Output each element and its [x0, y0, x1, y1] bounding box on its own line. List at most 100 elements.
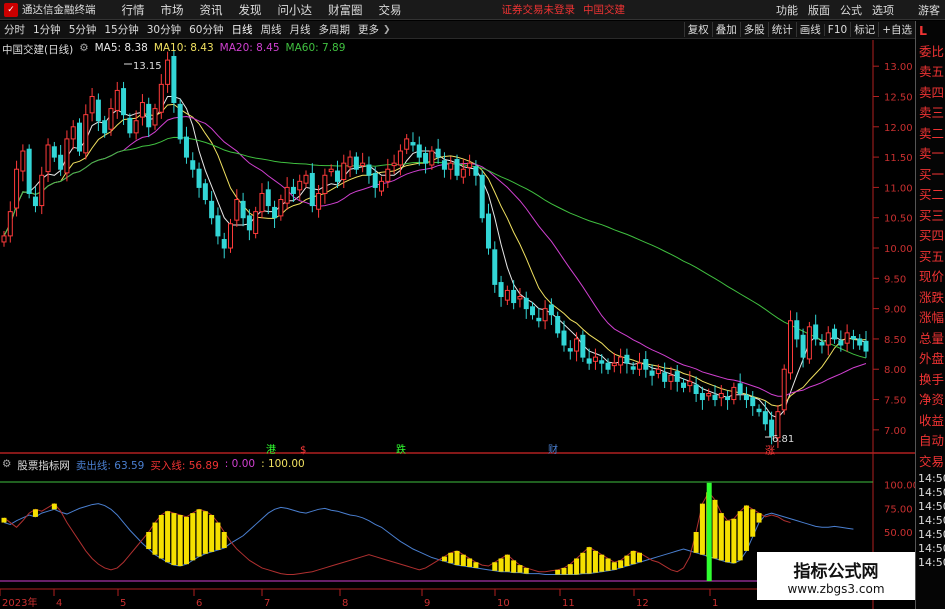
buy-zone-bar: [586, 547, 592, 574]
candle-body: [555, 316, 561, 334]
panel-ask2: 卖二: [919, 125, 945, 141]
candle-body: [253, 211, 259, 234]
panel-trade[interactable]: 交易: [916, 452, 945, 473]
panel-bid5: 买五: [919, 248, 945, 264]
mark-button[interactable]: 标记: [850, 22, 878, 37]
candle-body: [605, 362, 611, 370]
more-chevron-icon[interactable]: ❯: [383, 25, 391, 35]
buy-zone-bar: [209, 514, 215, 552]
period-more[interactable]: 更多: [354, 22, 383, 37]
candle-body: [668, 374, 674, 382]
indicator-title[interactable]: 股票指标网: [17, 458, 70, 473]
panel-time: 14:50: [918, 528, 945, 541]
f10-button[interactable]: F10: [823, 23, 850, 36]
panel-bid2: 买二: [919, 187, 945, 202]
stock-name-title: 中国交建: [583, 4, 625, 16]
candle-body: [718, 392, 724, 399]
candle-body: [7, 211, 13, 237]
candle-body: [45, 144, 51, 173]
buy-zone-bar: [574, 558, 580, 575]
menu-options[interactable]: 选项: [867, 2, 899, 18]
candle-body: [410, 142, 416, 146]
menu-wealth[interactable]: 财富圈: [320, 2, 371, 18]
candle-body: [611, 362, 617, 367]
buy-zone-bar: [605, 558, 611, 571]
chart-area[interactable]: 13.00 12.50 12.00 11.50 11.00 10.50 10.00 9.50 9…: [0, 40, 915, 609]
menu-quotes[interactable]: 行情: [114, 2, 153, 18]
event-marker-rise[interactable]: 涨: [765, 445, 775, 457]
panel-corner-label[interactable]: L: [916, 21, 945, 42]
panel-auto-trade[interactable]: 自动: [916, 431, 945, 452]
draw-line-button[interactable]: 画线: [795, 22, 824, 37]
candle-body: [121, 88, 127, 116]
settings-gear-icon[interactable]: ⚙: [79, 42, 88, 57]
add-watchlist-button[interactable]: +自选: [878, 22, 915, 37]
ma5-label: MA5: 8.38: [94, 42, 148, 54]
period-timeshare[interactable]: 分时: [0, 22, 29, 37]
login-notice[interactable]: 证券交易未登录: [498, 2, 580, 17]
restore-rights-button[interactable]: 复权: [683, 22, 712, 37]
buy-zone-bar: [498, 558, 504, 572]
buy-zone-bar: [152, 522, 158, 555]
candle-body: [630, 366, 636, 370]
period-5min[interactable]: 5分钟: [65, 22, 101, 37]
buy-zone-bar: [215, 522, 221, 550]
period-15min[interactable]: 15分钟: [100, 22, 142, 37]
candle-body: [240, 200, 246, 219]
period-multi[interactable]: 多周期: [315, 22, 355, 37]
buy-zone-bar: [750, 509, 756, 537]
candle-body: [743, 394, 749, 401]
candle-body: [379, 180, 385, 192]
candle-body: [832, 328, 838, 340]
price-axis-label: 13.00: [884, 62, 913, 73]
buy-zone-bar: [630, 550, 636, 565]
menu-news[interactable]: 资讯: [192, 2, 231, 18]
overlay-button[interactable]: 叠加: [711, 22, 740, 37]
event-marker-dollar[interactable]: $: [300, 445, 306, 456]
period-toolbar: 分时 1分钟 5分钟 15分钟 30分钟 60分钟 日线 周线 月线 多周期 更…: [0, 21, 915, 39]
indicator-gear-icon[interactable]: ⚙: [2, 458, 11, 473]
menu-formula[interactable]: 公式: [835, 2, 867, 18]
candle-body: [341, 162, 347, 181]
time-axis-label: 9: [424, 598, 430, 609]
buy-line-series: [3, 491, 791, 576]
period-daily[interactable]: 日线: [228, 22, 257, 37]
ma60-label: MA60: 7.89: [285, 42, 346, 54]
buy-zone-bar: [517, 565, 523, 573]
candle-body: [429, 150, 435, 166]
candle-body: [687, 380, 693, 387]
menu-market[interactable]: 市场: [153, 2, 192, 18]
indicator-axis-label: 50.00: [884, 528, 913, 539]
buy-zone-bar: [731, 518, 737, 564]
period-1min[interactable]: 1分钟: [29, 22, 65, 37]
period-monthly[interactable]: 月线: [286, 22, 315, 37]
event-marker-hk[interactable]: 港: [266, 444, 276, 456]
menu-trade[interactable]: 交易: [371, 2, 410, 18]
period-60min[interactable]: 60分钟: [185, 22, 227, 37]
time-axis-label: 11: [562, 598, 575, 609]
event-marker-finance[interactable]: 财: [548, 443, 558, 456]
candle-body: [290, 186, 296, 194]
event-marker-fall[interactable]: 跌: [396, 443, 406, 456]
candle-body: [77, 122, 83, 152]
ma60-line: [3, 136, 867, 359]
candle-body: [542, 308, 548, 322]
menu-discover[interactable]: 发现: [231, 2, 270, 18]
buy-zone-bar: [592, 550, 598, 573]
candle-body: [221, 239, 227, 249]
menu-layout[interactable]: 版面: [803, 2, 835, 18]
statistics-button[interactable]: 统计: [767, 22, 796, 37]
candle-body: [14, 168, 20, 209]
period-weekly[interactable]: 周线: [257, 22, 286, 37]
candle-body: [693, 384, 699, 394]
period-30min[interactable]: 30分钟: [143, 22, 185, 37]
candle-body: [202, 183, 208, 201]
menu-function[interactable]: 功能: [771, 2, 803, 18]
candle-body: [347, 156, 353, 168]
candle-body: [574, 338, 580, 352]
menu-guest[interactable]: 游客: [913, 2, 945, 18]
candle-body: [58, 154, 64, 170]
multi-stock-button[interactable]: 多股: [739, 22, 768, 37]
menu-ask[interactable]: 问小达: [270, 2, 321, 18]
candle-body: [460, 168, 466, 178]
